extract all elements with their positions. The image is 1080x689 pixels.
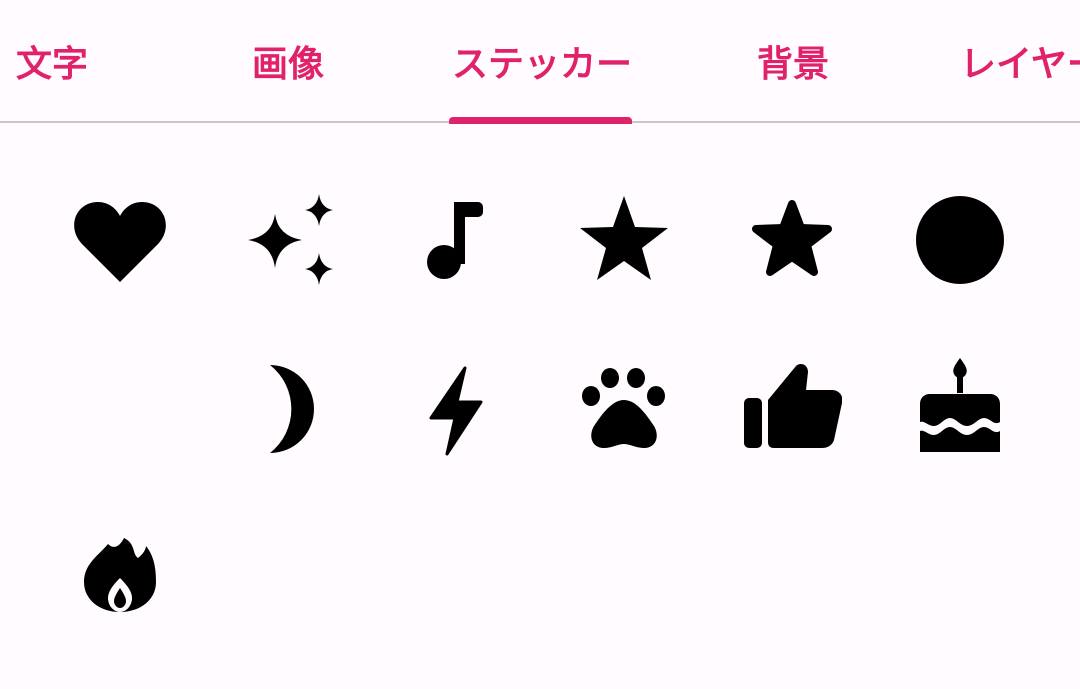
sticker-birthday-cake[interactable] — [910, 358, 1010, 458]
lightning-bolt-icon — [429, 366, 483, 456]
crescent-moon-icon — [113, 366, 156, 452]
sticker-fire[interactable] — [70, 528, 170, 628]
star-icon — [580, 196, 668, 280]
fire-icon — [84, 538, 156, 612]
sticker-crescent-moon[interactable] — [70, 358, 170, 458]
birthday-cake-icon — [920, 358, 1000, 452]
music-note-icon — [427, 202, 483, 279]
sticker-heart[interactable] — [70, 190, 170, 290]
sticker-circle[interactable] — [910, 190, 1010, 290]
tab-layer[interactable]: レイヤー — [960, 40, 1080, 90]
sticker-music-note[interactable] — [405, 190, 505, 290]
sticker-paw[interactable] — [574, 358, 674, 458]
sticker-lightning-bolt[interactable] — [405, 358, 505, 458]
tab-image[interactable]: 画像 — [252, 40, 324, 90]
sticker-thin-crescent-moon[interactable] — [240, 358, 340, 458]
tab-indicator — [449, 117, 632, 124]
paw-icon — [582, 368, 665, 448]
sticker-thumbs-up[interactable] — [742, 358, 842, 458]
rounded-star-icon — [752, 200, 832, 276]
tab-sticker[interactable]: ステッカー — [452, 40, 632, 90]
circle-icon — [916, 196, 1004, 284]
tab-text[interactable]: 文字 — [16, 40, 88, 90]
sticker-sparkles[interactable] — [240, 190, 340, 290]
tab-bar: 文字 画像 ステッカー 背景 レイヤー — [0, 0, 1080, 124]
tab-background[interactable]: 背景 — [757, 40, 829, 90]
heart-icon — [74, 202, 166, 282]
thin-crescent-moon-icon — [270, 365, 314, 453]
sticker-rounded-star[interactable] — [742, 190, 842, 290]
sticker-star[interactable] — [574, 190, 674, 290]
thumbs-up-icon — [744, 364, 842, 448]
sparkles-icon — [248, 194, 333, 285]
